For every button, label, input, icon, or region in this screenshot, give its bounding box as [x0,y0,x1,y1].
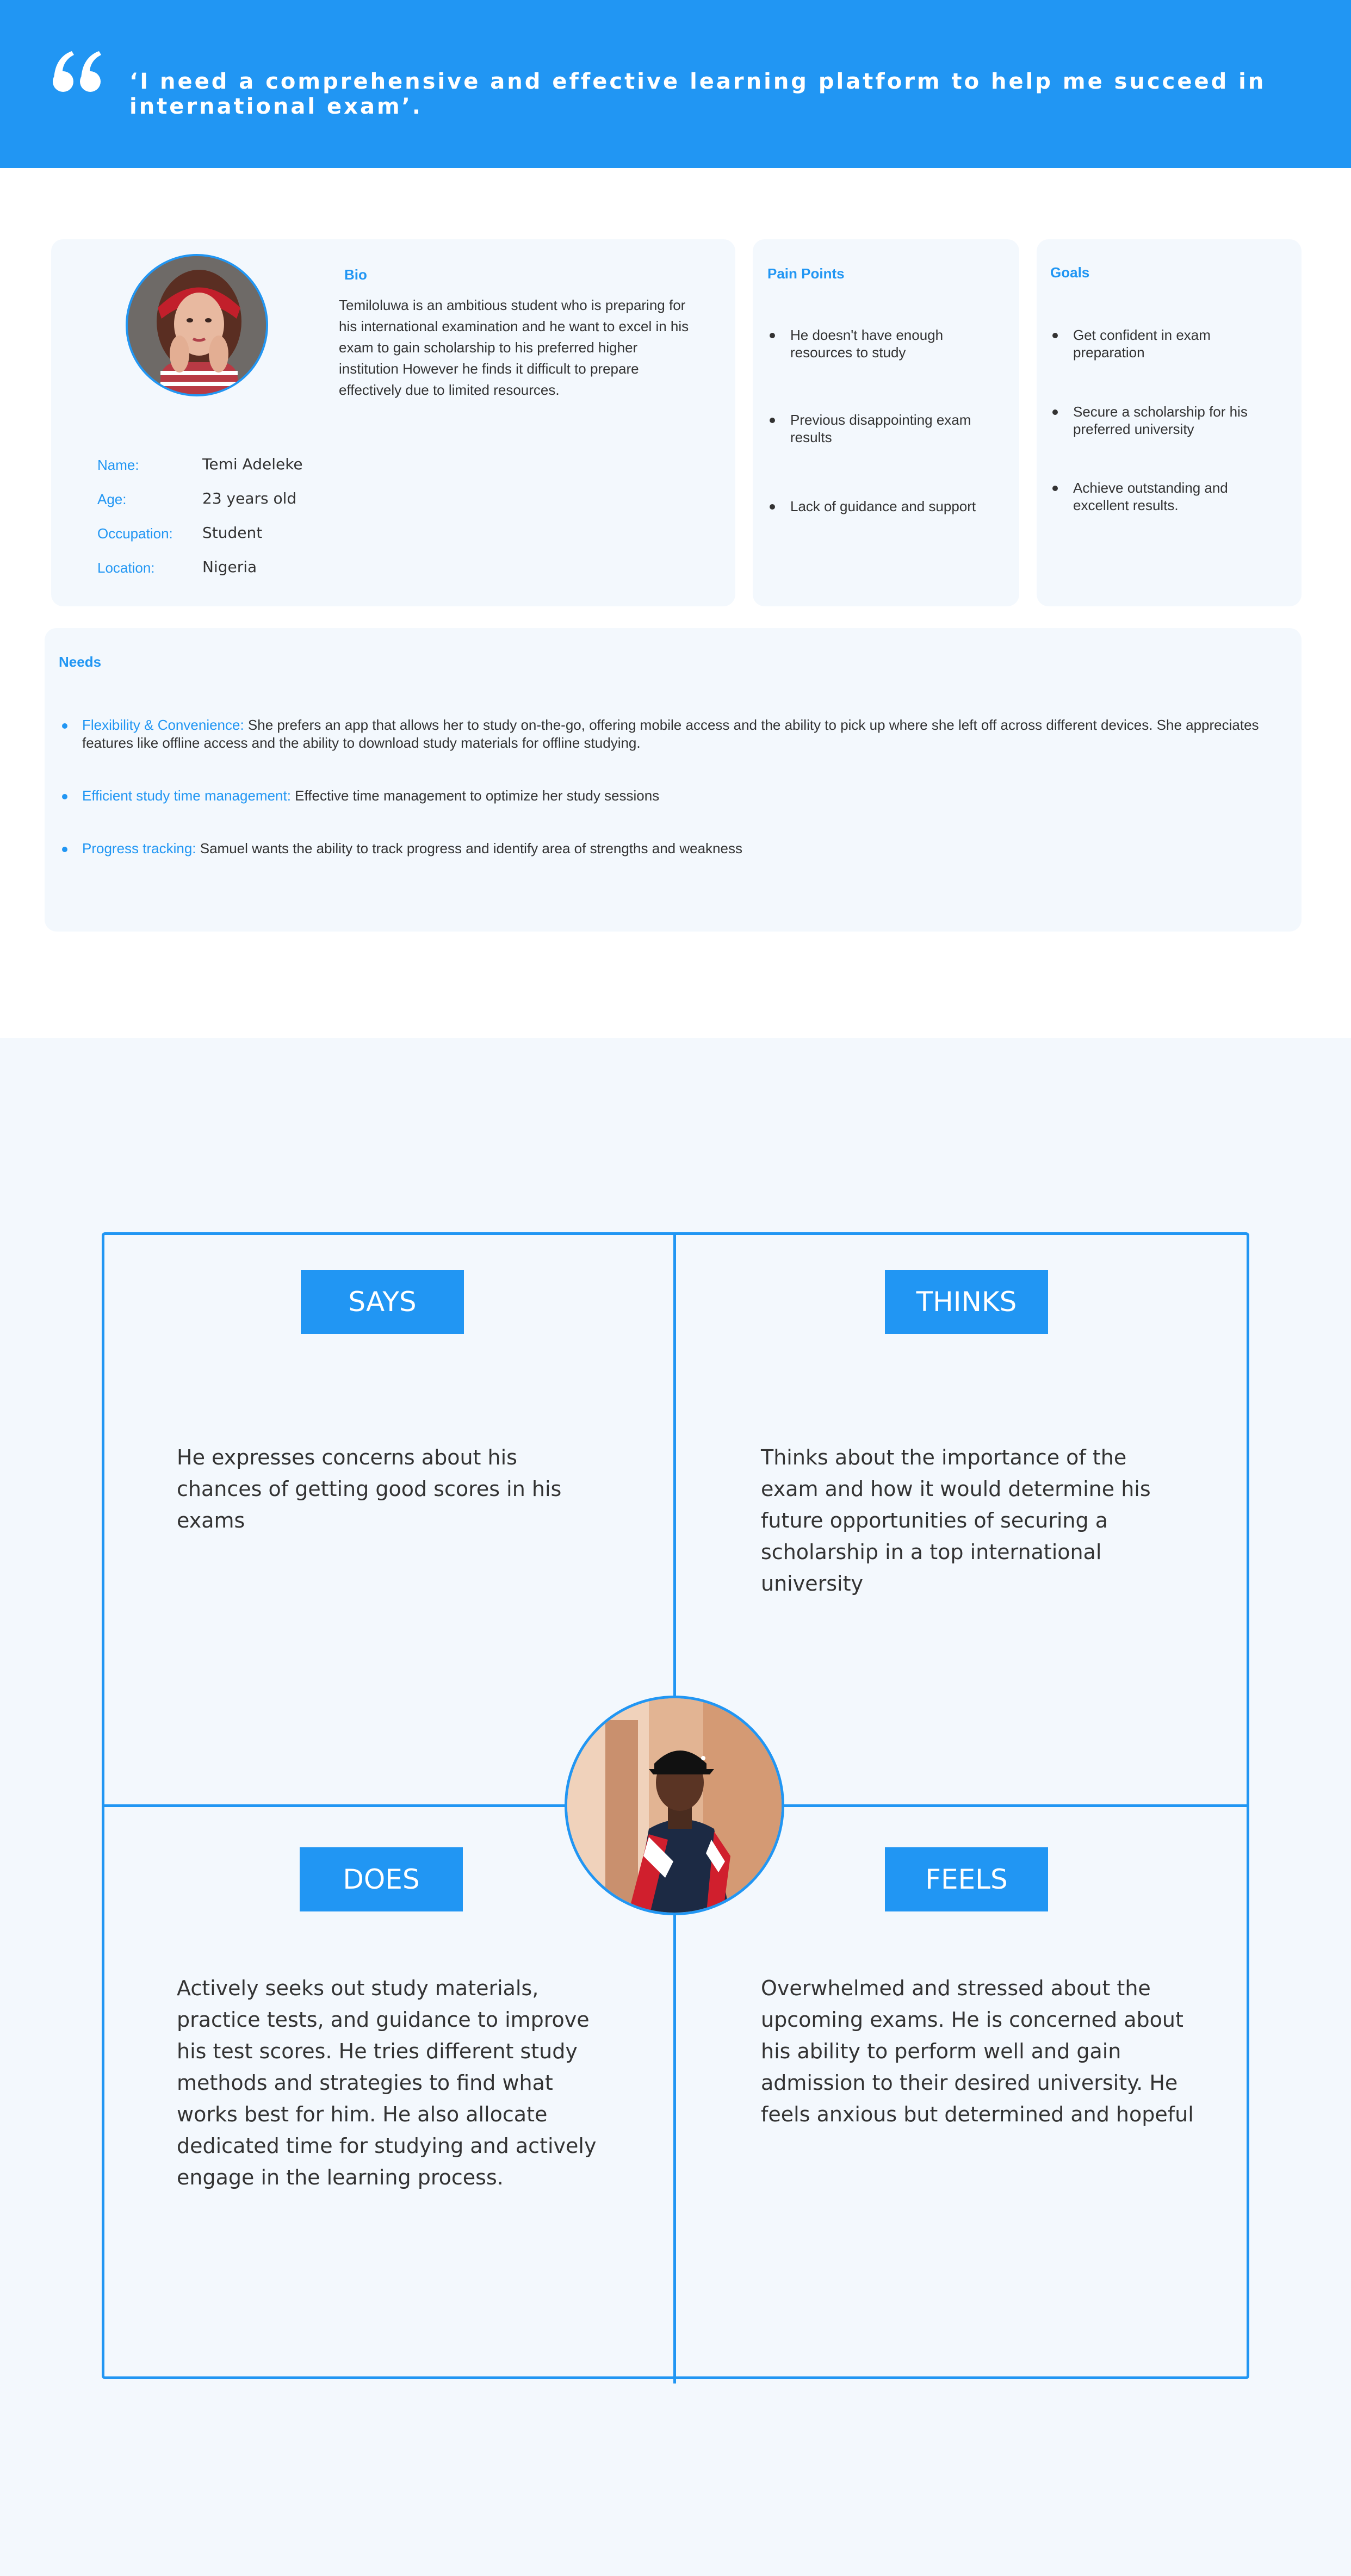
age-value: 23 years old [202,489,297,507]
name-value: Temi Adeleke [202,455,303,473]
need-label: Efficient study time management: [82,787,291,804]
persona-quote: ‘I need a comprehensive and effective le… [129,69,1266,119]
says-text: He expresses concerns about his chances … [177,1445,562,1532]
list-item: Lack of guidance and support [767,498,1007,515]
age-label: Age: [97,491,127,507]
quote-icon [53,51,101,92]
need-text: Samuel wants the ability to track progre… [196,840,742,856]
list-item: Achieve outstanding and excellent result… [1050,479,1268,514]
need-label: Progress tracking: [82,840,196,856]
feels-text: Overwhelmed and stressed about the upcom… [761,1976,1194,2126]
goals-title: Goals [1050,264,1090,281]
list-item: Efficient study time management: Effecti… [58,787,1276,805]
thinks-text: Thinks about the importance of the exam … [761,1445,1151,1596]
list-item: Progress tracking: Samuel wants the abil… [58,840,1276,858]
need-label: Flexibility & Convenience: [82,717,244,733]
thinks-label: THINKS [885,1270,1048,1334]
says-label: SAYS [301,1270,464,1334]
goals-card: Goals Get confident in exam preparation … [1037,239,1302,606]
pain-points-title: Pain Points [767,265,845,282]
list-item: Previous disappointing exam results [767,411,985,446]
list-item: Get confident in exam preparation [1050,326,1268,361]
pain-points-card: Pain Points He doesn't have enough resou… [753,239,1019,606]
quote-banner: ‘I need a comprehensive and effective le… [0,0,1351,168]
need-text: Effective time management to optimize he… [290,787,660,804]
name-label: Name: [97,457,139,473]
does-text: Actively seeks out study materials, prac… [177,1976,597,2189]
list-item: Flexibility & Convenience: She prefers a… [58,716,1276,752]
need-text: She prefers an app that allows her to st… [82,717,1259,751]
list-item: Secure a scholarship for his preferred u… [1050,403,1268,438]
bio-title: Bio [344,266,367,283]
needs-title: Needs [59,654,102,670]
bio-text: Temiloluwa is an ambitious student who i… [339,297,689,398]
location-label: Location: [97,560,155,576]
profile-card: Bio Temiloluwa is an ambitious student w… [51,239,735,606]
needs-card: Needs Flexibility & Convenience: She pre… [45,628,1302,932]
male-student-avatar [565,1696,784,1915]
occupation-value: Student [202,524,263,542]
list-item: He doesn't have enough resources to stud… [767,326,985,361]
female-student-avatar [126,254,268,396]
location-value: Nigeria [202,558,257,576]
feels-label: FEELS [885,1847,1048,1911]
does-label: DOES [300,1847,463,1911]
occupation-label: Occupation: [97,525,173,542]
